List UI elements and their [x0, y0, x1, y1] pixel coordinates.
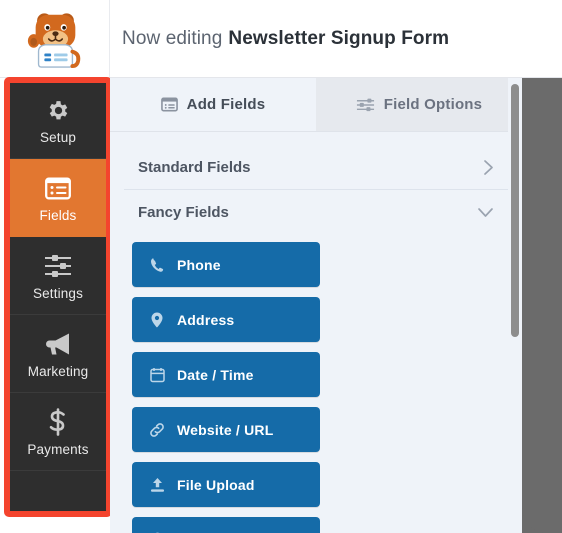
field-button-label: Phone [177, 256, 221, 273]
add-fields-icon [160, 97, 178, 112]
map-pin-icon [148, 312, 166, 328]
field-button-label: Website / URL [177, 421, 274, 438]
upload-icon [148, 477, 166, 493]
sidebar-empty-space [8, 471, 108, 511]
page-title: Now editing Newsletter Signup Form [122, 0, 449, 77]
panel-scrollbar-thumb[interactable] [511, 84, 519, 337]
gear-icon [46, 94, 71, 126]
section-label: Fancy Fields [138, 203, 229, 221]
field-button-label: File Upload [177, 476, 255, 493]
field-button-phone[interactable]: Phone [132, 242, 320, 287]
chevron-down-icon [477, 207, 494, 218]
phone-icon [148, 257, 166, 273]
sidebar-item-label: Fields [39, 208, 77, 224]
wpforms-builder-screen: Now editing Newsletter Signup Form Setup [0, 0, 562, 533]
add-fields-panel: Add Fields Field Options Standard Fields… [110, 78, 522, 533]
section-fancy-fields[interactable]: Fancy Fields [124, 190, 508, 234]
field-button-address[interactable]: Address [132, 297, 320, 342]
sidebar-item-label: Payments [27, 442, 89, 458]
header-form-name: Newsletter Signup Form [228, 27, 450, 49]
field-button-label: Date / Time [177, 366, 254, 383]
chevron-right-icon [483, 159, 494, 176]
fancy-fields-grid: Phone Address Date / Time Website / URL … [110, 234, 510, 533]
sidebar-item-marketing[interactable]: Marketing [8, 315, 108, 393]
field-button-date-time[interactable]: Date / Time [132, 352, 320, 397]
logo-cell [0, 0, 110, 77]
tab-add-fields[interactable]: Add Fields [110, 78, 316, 131]
sidebar-item-settings[interactable]: Settings [8, 237, 108, 315]
builder-sidebar: Setup Fields Settings Marketing Payments [8, 81, 108, 513]
tab-field-options[interactable]: Field Options [316, 78, 522, 131]
dollar-sign-icon [47, 406, 69, 438]
builder-header: Now editing Newsletter Signup Form [0, 0, 562, 78]
link-icon [148, 422, 166, 438]
sidebar-item-label: Setup [39, 130, 77, 146]
tab-label: Field Options [383, 96, 483, 113]
section-label: Standard Fields [138, 159, 251, 176]
panel-scrollbar-track[interactable] [508, 78, 522, 533]
field-button-password[interactable]: Password [132, 517, 320, 533]
sidebar-item-fields[interactable]: Fields [8, 159, 108, 237]
sidebar-item-label: Marketing [27, 364, 89, 380]
list-panel-icon [44, 172, 72, 204]
field-button-website-url[interactable]: Website / URL [132, 407, 320, 452]
field-options-icon [356, 97, 375, 113]
tab-label: Add Fields [186, 96, 266, 113]
panel-body: Standard Fields Fancy Fields Phone Addre… [110, 146, 522, 533]
calendar-icon [148, 367, 166, 383]
header-prefix: Now editing [122, 27, 223, 49]
page-backdrop-corner [522, 470, 562, 533]
megaphone-icon [43, 328, 73, 360]
sliders-icon [43, 250, 73, 282]
sidebar-item-label: Settings [33, 286, 83, 302]
sidebar-item-payments[interactable]: Payments [8, 393, 108, 471]
sullie-bear-mascot-icon [27, 12, 80, 68]
page-backdrop-overlay [522, 60, 562, 533]
section-standard-fields[interactable]: Standard Fields [124, 146, 508, 190]
field-button-file-upload[interactable]: File Upload [132, 462, 320, 507]
field-button-label: Address [177, 311, 235, 328]
panel-tabs: Add Fields Field Options [110, 78, 522, 132]
sidebar-item-setup[interactable]: Setup [8, 81, 108, 159]
